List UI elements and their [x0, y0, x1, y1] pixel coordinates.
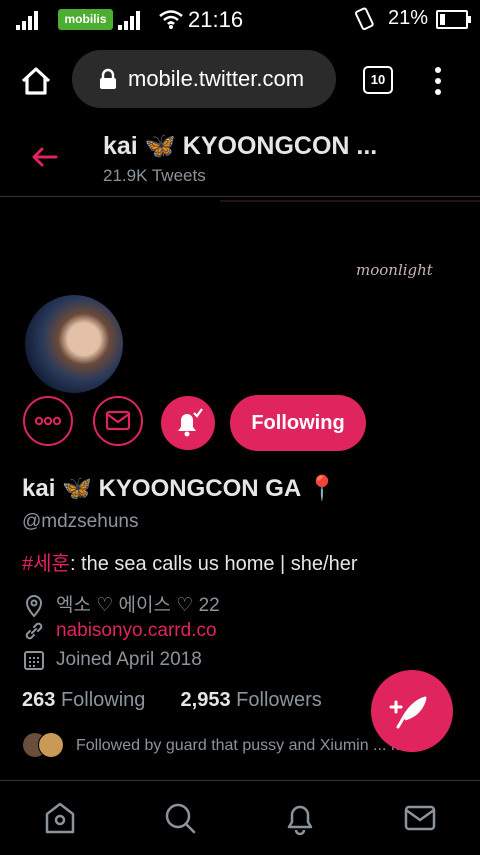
- signal-icon: [118, 10, 142, 30]
- bottom-nav: [0, 780, 480, 855]
- following-count-label: Following: [60, 689, 146, 711]
- more-button[interactable]: [23, 396, 73, 446]
- vibrate-icon: [354, 7, 374, 31]
- joined-text: Joined April 2018: [56, 649, 202, 671]
- carrier-logo: mobilis: [58, 9, 113, 30]
- status-bar: mobilis 21:16 21%: [0, 0, 480, 38]
- display-name: kai 🦋 KYOONGCON GA 📍: [22, 475, 337, 502]
- followers-count-label: Followers: [236, 689, 322, 711]
- followers-count-link[interactable]: 2,953 Followers: [181, 689, 322, 711]
- signal-icon: [16, 10, 40, 30]
- banner-image: [220, 200, 480, 202]
- compose-icon: [389, 696, 427, 729]
- following-count-link[interactable]: 263 Following: [22, 689, 145, 711]
- bell-icon: [178, 408, 203, 437]
- bio-hashtag[interactable]: #세훈: [22, 553, 70, 575]
- url-bar[interactable]: mobile.twitter.com: [72, 50, 336, 108]
- location-text: 엑소 ♡ 에이스 ♡ 22: [56, 595, 220, 616]
- bio: #세훈: the sea calls us home | she/her: [22, 547, 358, 576]
- battery-icon: [436, 10, 471, 29]
- more-icon: [34, 416, 62, 426]
- bio-text: : the sea calls us home | she/her: [69, 553, 358, 575]
- wifi-icon: [159, 10, 183, 29]
- home-icon[interactable]: [43, 801, 77, 835]
- following-button[interactable]: Following: [230, 395, 366, 451]
- location-icon: [25, 594, 43, 618]
- header-title: kai 🦋 KYOONGCON ...: [103, 132, 378, 160]
- link-icon: [25, 622, 43, 640]
- website-link[interactable]: nabisonyo.carrd.co: [56, 620, 217, 641]
- calendar-icon: [24, 651, 44, 670]
- location-row: 엑소 ♡ 에이스 ♡ 22: [22, 590, 220, 618]
- notifications-icon[interactable]: [283, 801, 317, 835]
- following-count: 263: [22, 689, 56, 711]
- avatar[interactable]: [22, 292, 126, 396]
- lock-icon: [100, 68, 116, 89]
- battery-percent: 21%: [388, 7, 429, 29]
- url-text: mobile.twitter.com: [128, 66, 305, 91]
- website-row: nabisonyo.carrd.co: [22, 619, 217, 643]
- status-time: 21:16: [188, 7, 244, 32]
- banner-text: moonlight: [356, 261, 433, 279]
- mail-icon: [105, 410, 131, 431]
- compose-button[interactable]: [371, 670, 453, 752]
- profile-top-bar: kai 🦋 KYOONGCON ... 21.9K Tweets: [0, 124, 480, 197]
- message-button[interactable]: [93, 396, 143, 446]
- followers-count: 2,953: [180, 689, 231, 711]
- handle: @mdzsehuns: [22, 511, 139, 532]
- tab-switcher-button[interactable]: 10: [363, 66, 393, 94]
- follow-counts: 263 Following 2,953 Followers: [22, 689, 322, 712]
- followed-by-avatars: [22, 732, 64, 758]
- notifications-button[interactable]: [161, 396, 215, 450]
- joined-row: Joined April 2018: [22, 648, 202, 672]
- back-arrow-icon[interactable]: [30, 146, 58, 168]
- browser-toolbar: mobile.twitter.com 10: [0, 38, 480, 124]
- menu-dots-icon[interactable]: [430, 66, 446, 96]
- tweet-count: 21.9K Tweets: [103, 166, 206, 185]
- messages-icon[interactable]: [403, 801, 437, 835]
- search-icon[interactable]: [163, 801, 197, 835]
- home-icon[interactable]: [20, 66, 52, 96]
